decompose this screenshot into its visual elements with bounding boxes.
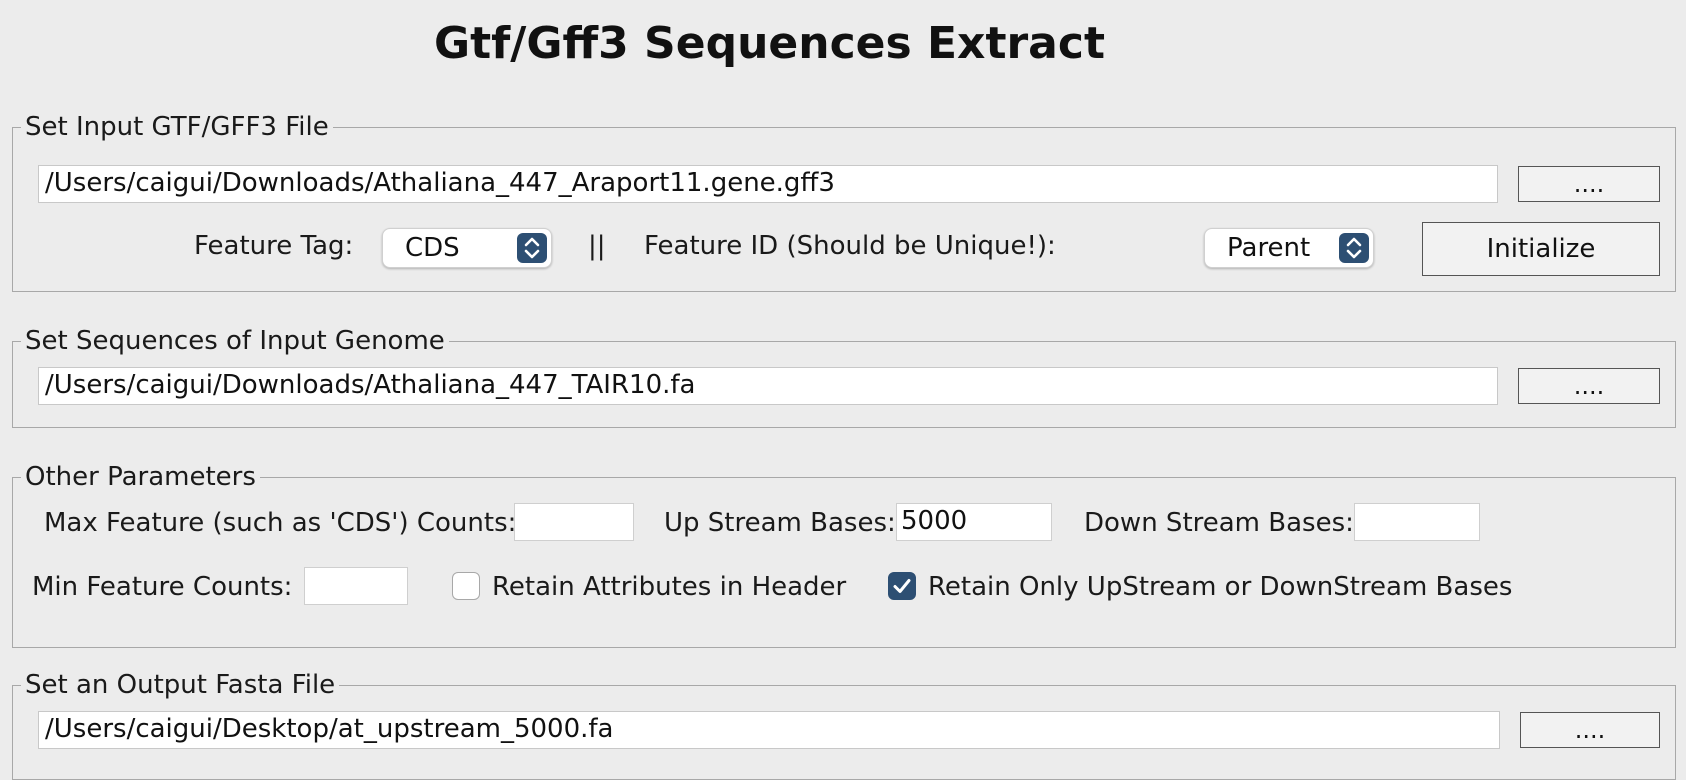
min-feature-input[interactable]: [304, 567, 408, 605]
input-gtf-path-field[interactable]: /Users/caigui/Downloads/Athaliana_447_Ar…: [38, 165, 1498, 203]
input-gtf-legend: Set Input GTF/GFF3 File: [25, 112, 329, 142]
feature-id-select[interactable]: Parent: [1204, 228, 1374, 268]
chevron-updown-icon: [517, 233, 547, 263]
genome-path-field[interactable]: /Users/caigui/Downloads/Athaliana_447_TA…: [38, 367, 1498, 405]
feature-id-label: Feature ID (Should be Unique!):: [644, 231, 1056, 261]
feature-tag-select[interactable]: CDS: [382, 228, 552, 268]
output-legend: Set an Output Fasta File: [25, 670, 336, 700]
downstream-label: Down Stream Bases:: [1084, 508, 1354, 538]
genome-browse-button[interactable]: ....: [1518, 368, 1660, 404]
window-title: Gtf/Gff3 Sequences Extract: [434, 18, 1105, 69]
input-gtf-browse-button[interactable]: ....: [1518, 166, 1660, 202]
retain-attributes-label: Retain Attributes in Header: [492, 572, 847, 602]
min-feature-label: Min Feature Counts:: [32, 572, 293, 602]
chevron-updown-icon: [1339, 233, 1369, 263]
upstream-input[interactable]: 5000: [896, 503, 1052, 541]
initialize-button[interactable]: Initialize: [1422, 222, 1660, 276]
feature-id-value: Parent: [1227, 233, 1311, 263]
checkmark-icon: [893, 579, 911, 593]
genome-legend: Set Sequences of Input Genome: [25, 326, 445, 356]
downstream-input[interactable]: [1354, 503, 1480, 541]
feature-tag-value: CDS: [405, 233, 460, 263]
other-parameters-legend: Other Parameters: [25, 462, 256, 492]
retain-only-label: Retain Only UpStream or DownStream Bases: [928, 572, 1513, 602]
output-path-field[interactable]: /Users/caigui/Desktop/at_upstream_5000.f…: [38, 711, 1500, 749]
feature-tag-label: Feature Tag:: [194, 231, 354, 261]
other-parameters-panel: Other Parameters: [12, 462, 1676, 648]
upstream-label: Up Stream Bases:: [664, 508, 896, 538]
max-feature-input[interactable]: [514, 503, 634, 541]
retain-attributes-checkbox[interactable]: [452, 572, 480, 600]
retain-only-checkbox[interactable]: [888, 572, 916, 600]
field-separator: ||: [588, 231, 606, 261]
max-feature-label: Max Feature (such as 'CDS') Counts:: [44, 508, 517, 538]
output-browse-button[interactable]: ....: [1520, 712, 1660, 748]
